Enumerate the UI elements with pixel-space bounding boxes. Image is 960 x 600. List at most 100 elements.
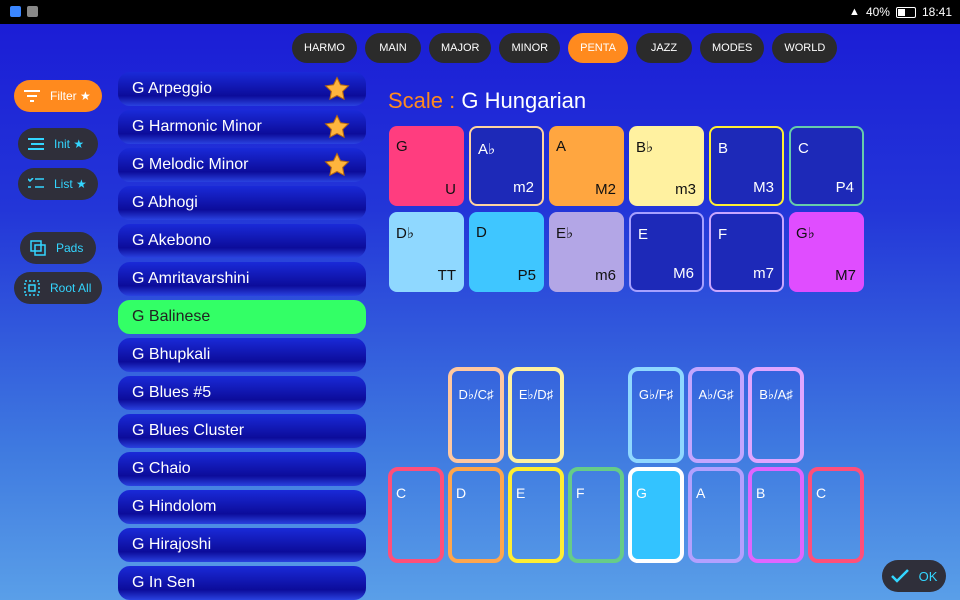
key-label: F (576, 485, 585, 501)
tab-modes[interactable]: MODES (699, 33, 765, 63)
pad-interval: P5 (517, 267, 536, 284)
pad-note: D♭ (396, 225, 414, 242)
white-key[interactable]: A (688, 467, 744, 563)
list-item[interactable]: G Amritavarshini (118, 262, 366, 296)
interval-pad[interactable]: G♭ M7 (789, 212, 864, 292)
pad-note: A♭ (478, 141, 496, 158)
interval-pad[interactable]: B♭ m3 (629, 126, 704, 206)
scale-name: G In Sen (132, 574, 196, 591)
interval-pad[interactable]: Fm7 (709, 212, 784, 292)
list-item[interactable]: G Hindolom (118, 490, 366, 524)
tab-major[interactable]: MAJOR (428, 33, 492, 63)
key-label: G (636, 485, 647, 501)
black-key[interactable]: A♭/G♯ (688, 367, 744, 463)
sort-icon (28, 138, 44, 150)
list-item[interactable]: G Chaio (118, 452, 366, 486)
pads-label: Pads (56, 241, 84, 255)
list-item[interactable]: G Blues Cluster (118, 414, 366, 448)
list-item[interactable]: G Abhogi (118, 186, 366, 220)
init-button[interactable]: Init ★ (18, 128, 98, 160)
white-key[interactable]: F (568, 467, 624, 563)
pad-interval: m6 (595, 267, 616, 284)
battery-icon (895, 6, 916, 18)
white-key[interactable]: C (808, 467, 864, 563)
interval-pad[interactable]: D♭ TT (389, 212, 464, 292)
tab-world[interactable]: WORLD (772, 33, 838, 63)
scale-name: G Akebono (132, 232, 212, 249)
key-label: C (396, 485, 407, 501)
star-icon[interactable] (324, 114, 350, 140)
tab-minor[interactable]: MINOR (499, 33, 561, 63)
scale-name: G Blues Cluster (132, 422, 245, 439)
pad-note: F (718, 226, 728, 243)
scale-name: G Blues #5 (132, 384, 212, 401)
key-label: C (816, 485, 827, 501)
list-item[interactable]: G Bhupkali (118, 338, 366, 372)
black-key[interactable]: B♭/A♯ (748, 367, 804, 463)
robot-icon (27, 6, 38, 17)
white-key[interactable]: C (388, 467, 444, 563)
interval-pad[interactable]: E M6 (629, 212, 704, 292)
pad-interval: TT (437, 267, 456, 284)
list-item[interactable]: G Blues #5 (118, 376, 366, 410)
pad-note: E (638, 226, 649, 243)
pad-interval: m3 (675, 181, 696, 198)
ok-button[interactable]: OK (882, 560, 946, 592)
status-right: ▲ 40% 18:41 (849, 5, 952, 19)
interval-pad[interactable]: B M3 (709, 126, 784, 206)
pads-button[interactable]: Pads (20, 232, 96, 264)
interval-pad[interactable]: D P5 (469, 212, 544, 292)
white-key[interactable]: D (448, 467, 504, 563)
star-icon[interactable] (324, 76, 350, 102)
pad-note: A (556, 138, 567, 155)
pad-interval: U (445, 181, 456, 198)
white-key[interactable]: B (748, 467, 804, 563)
pad-note: E♭ (556, 225, 574, 242)
scale-list: G Arpeggio G Harmonic Minor G Melodic Mino… (118, 72, 366, 600)
black-key[interactable]: G♭/F♯ (628, 367, 684, 463)
list-item[interactable]: G Hirajoshi (118, 528, 366, 562)
filter-icon (24, 90, 40, 102)
list-label: List ★ (54, 177, 87, 191)
scale-title-value: G Hungarian (461, 88, 587, 113)
list-item[interactable]: G Balinese (118, 300, 366, 334)
filter-label: Filter ★ (50, 89, 91, 103)
checklist-icon (28, 178, 44, 188)
pad-interval: m2 (513, 179, 534, 196)
scale-name: G Bhupkali (132, 346, 211, 363)
pad-note: B♭ (636, 139, 654, 156)
star-icon[interactable] (324, 152, 350, 178)
root-all-button[interactable]: Root All (14, 272, 102, 304)
black-key[interactable]: D♭/C♯ (448, 367, 504, 463)
category-tabs: HARMO MAIN MAJOR MINOR PENTA JAZZ MODES WORLD (292, 33, 838, 63)
list-item[interactable]: G Harmonic Minor (118, 110, 366, 144)
root-all-label: Root All (50, 281, 92, 295)
tab-harmo[interactable]: HARMO (292, 33, 357, 63)
list-item[interactable]: G Akebono (118, 224, 366, 258)
pad-note: D (476, 224, 487, 241)
pad-interval: M7 (835, 267, 856, 284)
tab-jazz[interactable]: JAZZ (635, 33, 692, 63)
filter-button[interactable]: Filter ★ (14, 80, 102, 112)
pads-icon (30, 240, 46, 256)
list-item[interactable]: G Melodic Minor (118, 148, 366, 182)
list-button[interactable]: List ★ (18, 168, 98, 200)
scale-name: G Abhogi (132, 194, 198, 211)
interval-pad[interactable]: A M2 (549, 126, 624, 206)
black-key[interactable]: E♭/D♯ (508, 367, 564, 463)
interval-pad[interactable]: C P4 (789, 126, 864, 206)
key-label: A♭/G♯ (698, 387, 734, 402)
list-item[interactable]: G In Sen (118, 566, 366, 600)
shield-icon (10, 6, 21, 17)
battery-percent: 40% (865, 5, 890, 19)
interval-pad[interactable]: A♭ m2 (469, 126, 544, 206)
interval-pad[interactable]: E♭ m6 (549, 212, 624, 292)
list-item[interactable]: G Arpeggio (118, 72, 366, 106)
tab-main[interactable]: MAIN (364, 33, 421, 63)
white-key[interactable]: G (628, 467, 684, 563)
tab-penta[interactable]: PENTA (568, 33, 628, 63)
key-label: B (756, 485, 766, 501)
interval-pad[interactable]: GU (389, 126, 464, 206)
white-key[interactable]: E (508, 467, 564, 563)
ok-label: OK (918, 568, 938, 584)
